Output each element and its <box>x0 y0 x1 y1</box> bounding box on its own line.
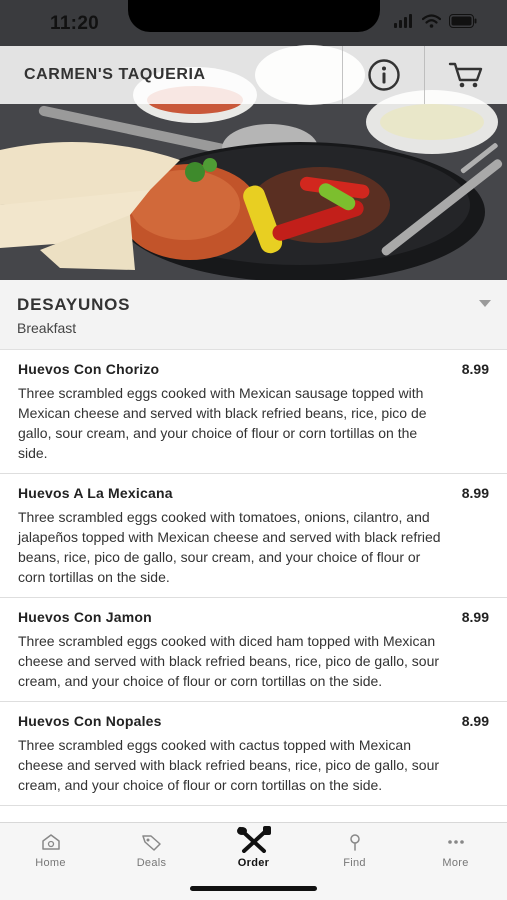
home-indicator <box>190 886 317 891</box>
cart-icon <box>448 62 482 88</box>
status-icons <box>394 14 477 28</box>
status-bar: 11:20 <box>0 0 507 46</box>
item-name: Huevos Con Nopales <box>18 713 162 729</box>
item-price: 8.99 <box>461 485 489 501</box>
info-icon <box>367 59 400 91</box>
item-name: Huevos Con Jamon <box>18 609 152 625</box>
battery-icon <box>449 14 477 28</box>
ellipsis-icon <box>447 840 464 844</box>
tab-more[interactable]: More <box>405 823 506 879</box>
tag-icon <box>141 835 161 851</box>
tab-label: More <box>442 857 469 869</box>
restaurant-title: CARMEN'S TAQUERIA <box>24 66 206 83</box>
item-name: Huevos Con Chorizo <box>18 361 160 377</box>
status-time: 11:20 <box>50 13 100 34</box>
item-name: Huevos A La Mexicana <box>18 485 173 501</box>
category-header[interactable]: DESAYUNOS Breakfast <box>0 280 507 350</box>
cart-button[interactable] <box>424 46 506 104</box>
menu-item[interactable]: Huevos Con Nopales 8.99 Three scrambled … <box>0 702 507 806</box>
tab-home[interactable]: Home <box>0 823 101 879</box>
tab-label: Find <box>343 857 366 869</box>
signal-icon <box>394 14 412 28</box>
menu-item[interactable]: Huevos Con Jamon 8.99 Three scrambled eg… <box>0 598 507 702</box>
item-description: Three scrambled eggs cooked with Mexican… <box>18 385 427 461</box>
tab-label: Home <box>35 857 66 869</box>
item-description: Three scrambled eggs cooked with cactus … <box>18 737 440 793</box>
item-price: 8.99 <box>461 609 489 625</box>
category-subtitle: Breakfast <box>17 320 77 336</box>
wifi-icon <box>422 14 441 28</box>
pin-icon <box>349 834 360 851</box>
tab-order[interactable]: Order <box>203 823 304 879</box>
menu-item[interactable]: Huevos A La Mexicana 8.99 Three scramble… <box>0 474 507 598</box>
info-button[interactable] <box>342 46 424 104</box>
home-icon <box>41 834 60 850</box>
tab-deals[interactable]: Deals <box>101 823 202 879</box>
tab-label: Order <box>237 857 270 869</box>
device-notch <box>128 0 380 32</box>
app-header: CARMEN'S TAQUERIA <box>0 46 507 104</box>
menu-item[interactable]: Huevos Con Chorizo 8.99 Three scrambled … <box>0 350 507 474</box>
category-title: DESAYUNOS <box>17 295 131 314</box>
utensils-icon <box>236 826 271 853</box>
tab-label: Deals <box>136 857 167 869</box>
item-price: 8.99 <box>461 713 489 729</box>
collapse-caret-icon[interactable] <box>479 300 491 307</box>
menu-list[interactable]: Huevos Con Chorizo 8.99 Three scrambled … <box>0 350 507 822</box>
item-description: Three scrambled eggs cooked with diced h… <box>18 633 440 689</box>
item-price: 8.99 <box>461 361 489 377</box>
item-description: Three scrambled eggs cooked with tomatoe… <box>18 509 441 585</box>
tab-find[interactable]: Find <box>304 823 405 879</box>
